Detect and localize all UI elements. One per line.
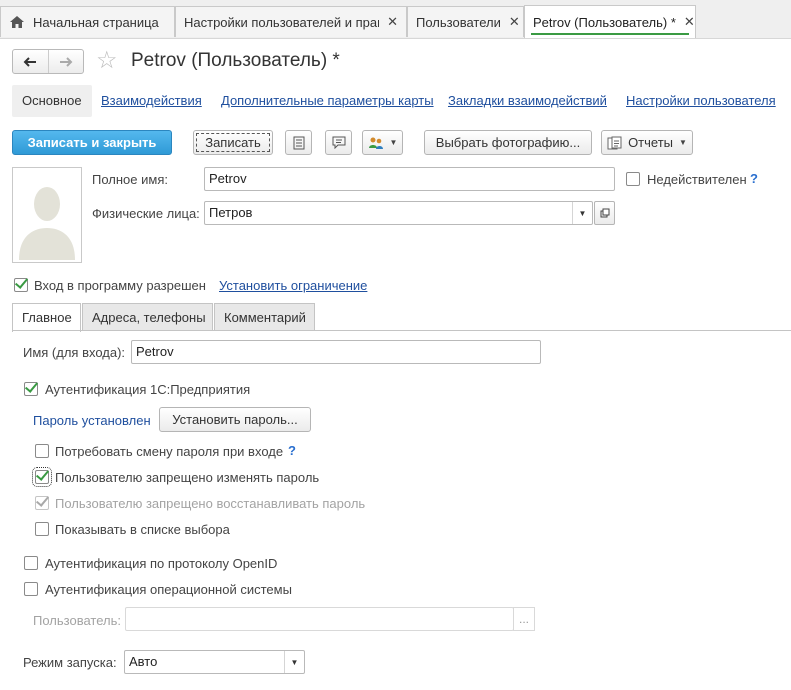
person-field[interactable]: Петров ▼	[204, 201, 593, 225]
reports-button[interactable]: Отчеты ▼	[601, 130, 693, 155]
section-bookmarks[interactable]: Закладки взаимодействий	[448, 93, 607, 108]
tab-label: Начальная страница	[33, 14, 159, 30]
open-person-button[interactable]	[594, 201, 615, 225]
login-allowed-label: Вход в программу разрешен	[34, 278, 206, 293]
arrow-right-icon	[59, 56, 73, 67]
forward-button[interactable]	[47, 50, 84, 73]
inactive-checkbox[interactable]	[626, 172, 640, 186]
user-photo[interactable]	[12, 167, 82, 263]
home-icon	[10, 16, 24, 28]
run-mode-select[interactable]: Авто ▼	[124, 650, 305, 674]
run-mode-value: Авто	[129, 654, 158, 669]
set-password-button[interactable]: Установить пароль...	[159, 407, 311, 432]
open-icon	[600, 208, 609, 218]
login-allowed-checkbox[interactable]	[14, 278, 28, 292]
show-in-list-checkbox[interactable]	[35, 522, 49, 536]
tab-home[interactable]: Начальная страница	[0, 6, 175, 37]
openid-checkbox[interactable]	[24, 556, 38, 570]
chevron-down-icon[interactable]: ▼	[284, 651, 304, 673]
avatar-placeholder-icon	[19, 187, 75, 260]
login-name-label: Имя (для входа):	[23, 345, 126, 360]
os-user-field	[125, 607, 514, 631]
close-icon[interactable]: ✕	[684, 14, 695, 30]
chevron-down-icon: ▼	[679, 138, 687, 147]
discussion-button[interactable]	[325, 130, 352, 155]
section-extra-params[interactable]: Дополнительные параметры карты	[221, 93, 434, 108]
close-icon[interactable]: ✕	[387, 14, 398, 30]
tab-users-settings[interactable]: Настройки пользователей и прав ✕	[175, 6, 407, 37]
back-button[interactable]	[13, 50, 48, 73]
section-main[interactable]: Основное	[12, 85, 92, 117]
page-title: Petrov (Пользователь) *	[131, 50, 340, 71]
tab-label: Petrov (Пользователь) *	[533, 14, 676, 30]
history-nav	[12, 49, 84, 74]
tab-petrov-user[interactable]: Petrov (Пользователь) * ✕	[524, 5, 696, 38]
forbid-change-checkbox[interactable]	[32, 467, 52, 487]
users-icon	[368, 137, 383, 149]
tab-label: Пользователи	[416, 14, 501, 30]
forbid-restore-checkbox	[35, 496, 49, 510]
auth-1c-checkbox[interactable]	[24, 382, 38, 396]
arrow-left-icon	[23, 56, 37, 67]
show-in-list-label: Показывать в списке выбора	[55, 522, 230, 537]
reports-icon	[607, 136, 622, 149]
os-auth-checkbox[interactable]	[24, 582, 38, 596]
full-name-label: Полное имя:	[92, 172, 168, 187]
run-mode-label: Режим запуска:	[23, 655, 117, 670]
users-groups-button[interactable]: ▼	[362, 130, 403, 155]
save-and-close-button[interactable]: Записать и закрыть	[12, 130, 172, 155]
os-user-label: Пользователь:	[33, 613, 121, 628]
tab-comment[interactable]: Комментарий	[214, 303, 315, 331]
login-name-field[interactable]: Petrov	[131, 340, 541, 364]
list-view-button[interactable]	[285, 130, 312, 155]
auth-1c-label: Аутентификация 1С:Предприятия	[45, 382, 251, 397]
full-name-field[interactable]: Petrov	[204, 167, 615, 191]
openid-label: Аутентификация по протоколу OpenID	[45, 556, 278, 571]
tab-addresses[interactable]: Адреса, телефоны	[82, 303, 213, 331]
section-user-settings[interactable]: Настройки пользователя	[626, 93, 776, 108]
password-status: Пароль установлен	[33, 413, 151, 428]
comment-icon	[332, 136, 345, 149]
os-user-select-button: ...	[513, 607, 535, 631]
os-auth-label: Аутентификация операционной системы	[45, 582, 292, 597]
person-value: Петров	[209, 205, 253, 220]
save-button[interactable]: Записать	[193, 130, 273, 155]
chevron-down-icon: ▼	[389, 138, 398, 147]
chevron-down-icon[interactable]: ▼	[572, 202, 592, 224]
inactive-label: Недействителен	[647, 172, 747, 187]
list-icon	[293, 136, 304, 149]
tab-users[interactable]: Пользователи ✕	[407, 6, 524, 37]
section-interactions[interactable]: Взаимодействия	[101, 93, 202, 108]
tab-page-border	[12, 330, 791, 331]
set-restriction-link[interactable]: Установить ограничение	[219, 278, 367, 293]
help-icon[interactable]: ?	[288, 443, 296, 458]
reports-label: Отчеты	[628, 135, 673, 150]
require-change-label: Потребовать смену пароля при входе	[55, 444, 284, 459]
tab-label: Настройки пользователей и прав	[184, 14, 380, 30]
forbid-change-label: Пользователю запрещено изменять пароль	[55, 470, 320, 485]
close-icon[interactable]: ✕	[509, 14, 520, 30]
person-label: Физические лица:	[92, 206, 200, 221]
tab-main[interactable]: Главное	[12, 303, 81, 332]
choose-photo-button[interactable]: Выбрать фотографию...	[424, 130, 592, 155]
forbid-restore-label: Пользователю запрещено восстанавливать п…	[55, 496, 366, 511]
help-icon[interactable]: ?	[750, 171, 758, 186]
favorite-star-icon[interactable]: ☆	[96, 48, 118, 74]
require-change-checkbox[interactable]	[35, 444, 49, 458]
